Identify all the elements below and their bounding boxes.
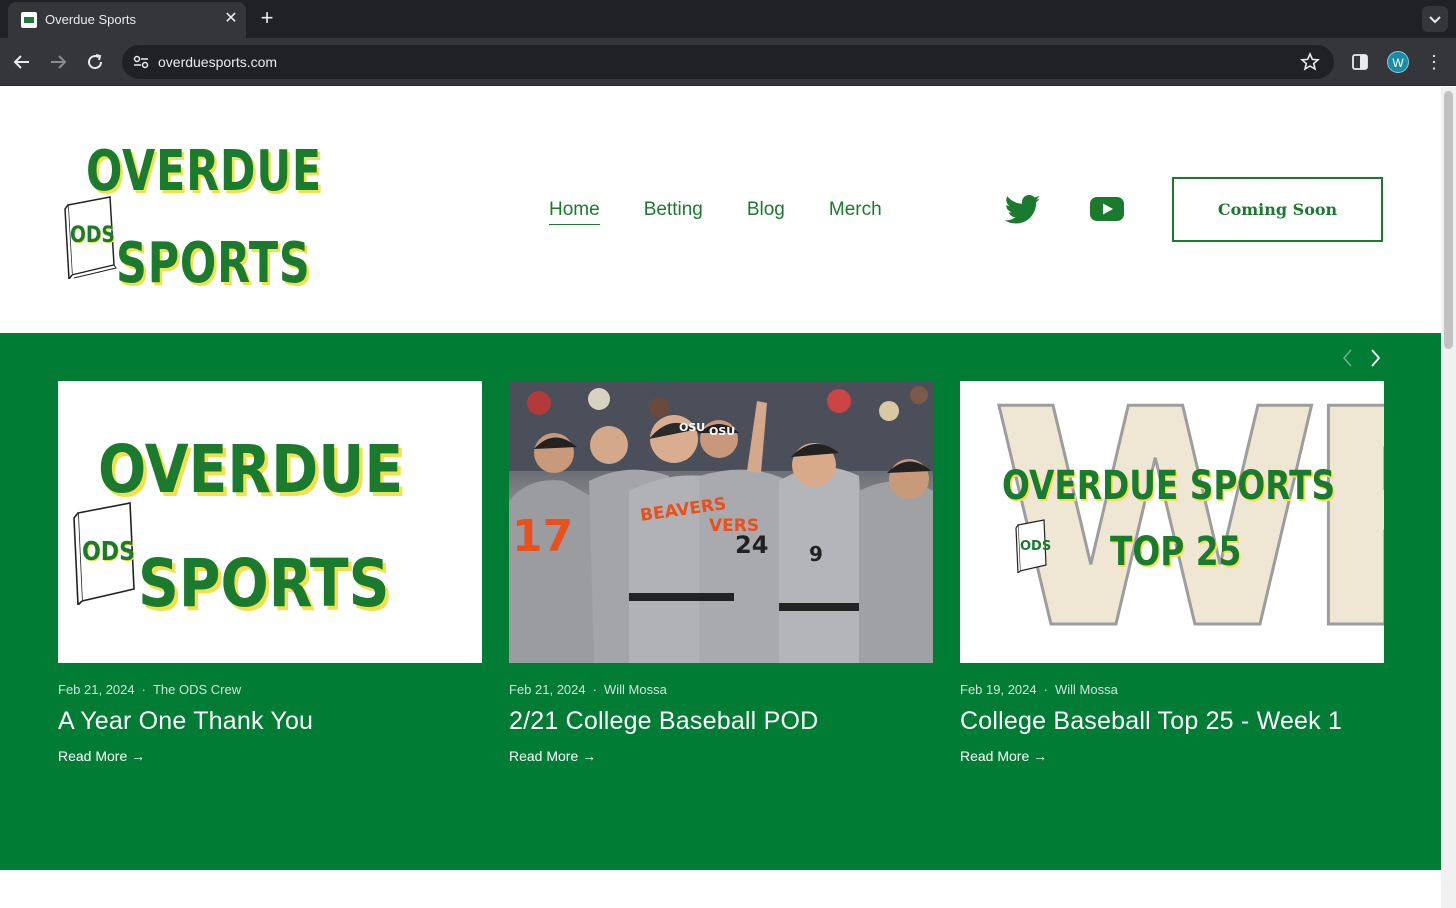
chevron-down-icon — [1429, 16, 1441, 24]
back-button[interactable] — [10, 50, 34, 74]
page-viewport: OVERDUE ODS SPORTS Home Betting Blog Mer… — [0, 87, 1441, 908]
browser-menu-icon[interactable]: ⋮ — [1425, 51, 1443, 73]
nav-home[interactable]: Home — [549, 199, 600, 225]
post-date: Feb 21, 2024 — [509, 682, 586, 697]
site-logo[interactable]: OVERDUE ODS SPORTS — [58, 135, 348, 296]
thumbnail-line2: TOP 25 — [1110, 529, 1242, 575]
coming-soon-button[interactable]: Coming Soon — [1172, 177, 1383, 242]
post-thumbnail[interactable]: WF OVERDUE SPORTS ODS TOP 25 — [960, 381, 1384, 663]
url-text: overduesports.com — [158, 54, 278, 70]
post-title[interactable]: College Baseball Top 25 - Week 1 — [960, 707, 1384, 736]
new-tab-button[interactable]: + — [256, 7, 278, 30]
jersey-number-17: 17 — [512, 511, 573, 562]
post-author[interactable]: The ODS Crew — [153, 682, 241, 697]
favicon-icon — [21, 12, 37, 28]
nav-betting[interactable]: Betting — [644, 199, 703, 225]
blog-carousel: OVERDUE ODS SPORTS Feb 21, 2024 · The ODS … — [0, 333, 1441, 870]
blog-card[interactable]: 17 BEAVERS VERS 24 9 OSU OSU Feb 21, 202… — [509, 381, 933, 764]
main-nav: Home Betting Blog Merch — [549, 199, 882, 225]
post-meta: Feb 19, 2024 · Will Mossa — [960, 682, 1384, 697]
post-date: Feb 21, 2024 — [58, 682, 135, 697]
thumbnail-line1: OVERDUE — [98, 431, 404, 508]
site-header: OVERDUE ODS SPORTS Home Betting Blog Mer… — [0, 87, 1441, 333]
post-meta: Feb 21, 2024 · The ODS Crew — [58, 682, 482, 697]
site-info-icon[interactable] — [131, 52, 151, 72]
tab-strip: Overdue Sports ✕ + — [0, 0, 1456, 38]
tab-search-button[interactable] — [1422, 6, 1448, 32]
browser-toolbar: overduesports.com W ⋮ — [0, 38, 1456, 86]
thumbnail-badge: ODS — [1020, 539, 1052, 554]
post-thumbnail[interactable]: OVERDUE ODS SPORTS — [58, 381, 482, 663]
profile-avatar[interactable]: W — [1387, 51, 1409, 73]
carousel-next-icon[interactable] — [1366, 347, 1384, 369]
post-author[interactable]: Will Mossa — [1055, 682, 1118, 697]
thumbnail-badge: ODS — [82, 537, 136, 567]
read-more-link[interactable]: Read More → — [58, 748, 482, 764]
post-title[interactable]: A Year One Thank You — [58, 707, 482, 736]
close-tab-icon[interactable]: ✕ — [222, 10, 240, 28]
carousel-prev-icon[interactable] — [1339, 347, 1357, 369]
youtube-icon[interactable] — [1090, 197, 1124, 223]
post-date: Feb 19, 2024 — [960, 682, 1037, 697]
svg-text:OSU: OSU — [679, 421, 705, 434]
page-scrollbar[interactable] — [1441, 87, 1456, 908]
svg-text:24: 24 — [735, 531, 768, 559]
browser-tab[interactable]: Overdue Sports ✕ — [8, 2, 246, 38]
nav-merch[interactable]: Merch — [829, 199, 882, 225]
read-more-link[interactable]: Read More → — [509, 748, 933, 764]
thumbnail-line2: SPORTS — [138, 545, 390, 622]
meta-separator: · — [141, 682, 146, 697]
side-panel-icon[interactable] — [1350, 52, 1370, 72]
bookmark-star-icon[interactable] — [1300, 52, 1320, 72]
post-meta: Feb 21, 2024 · Will Mossa — [509, 682, 933, 697]
blog-card[interactable]: WF OVERDUE SPORTS ODS TOP 25 Feb 19, 202… — [960, 381, 1384, 764]
logo-line1: OVERDUE — [86, 139, 323, 204]
logo-line2: SPORTS — [116, 231, 311, 296]
svg-text:OSU: OSU — [709, 425, 735, 438]
baseball-team-photo: 17 BEAVERS VERS 24 9 OSU OSU — [509, 381, 933, 663]
twitter-icon[interactable] — [1005, 195, 1041, 225]
meta-separator: · — [592, 682, 597, 697]
tab-title: Overdue Sports — [45, 12, 137, 27]
post-thumbnail[interactable]: 17 BEAVERS VERS 24 9 OSU OSU — [509, 381, 933, 663]
svg-text:9: 9 — [809, 542, 823, 566]
blog-card[interactable]: OVERDUE ODS SPORTS Feb 21, 2024 · The ODS … — [58, 381, 482, 764]
reload-button[interactable] — [83, 50, 107, 74]
read-more-link[interactable]: Read More → — [960, 748, 1384, 764]
address-bar[interactable]: overduesports.com — [122, 45, 1334, 79]
thumbnail-line1: OVERDUE SPORTS — [1002, 463, 1336, 509]
meta-separator: · — [1043, 682, 1048, 697]
nav-blog[interactable]: Blog — [747, 199, 785, 225]
post-author[interactable]: Will Mossa — [604, 682, 667, 697]
forward-button[interactable] — [46, 50, 70, 74]
logo-badge: ODS — [70, 223, 115, 248]
post-title[interactable]: 2/21 College Baseball POD — [509, 707, 933, 736]
scrollbar-thumb[interactable] — [1444, 91, 1453, 349]
